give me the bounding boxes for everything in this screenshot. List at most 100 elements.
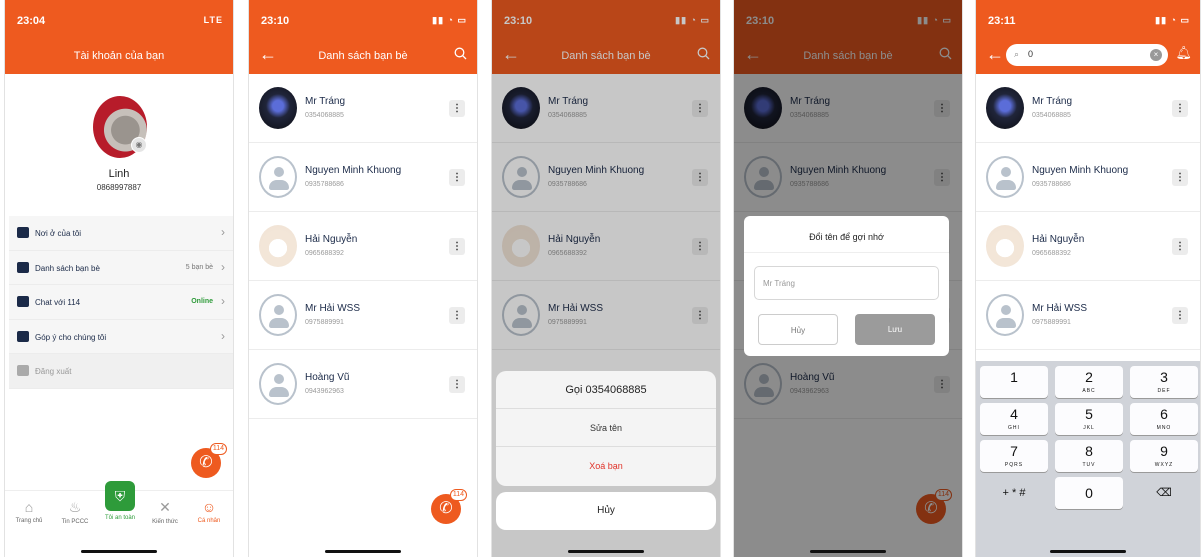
- key-9[interactable]: 9 WXYZ: [1130, 440, 1198, 472]
- shield-icon: ⛨: [105, 481, 135, 511]
- friend-phone: 0935788686: [305, 181, 344, 188]
- menu-item-label: Đăng xuất: [35, 367, 72, 376]
- cancel-button[interactable]: Hủy: [496, 492, 716, 530]
- list-item[interactable]: Hải Nguyễn 0965688392 ⋮: [976, 212, 1200, 281]
- more-options-icon[interactable]: ⋮: [449, 376, 465, 393]
- list-item[interactable]: Nguyen Minh Khuong 0935788686 ⋮: [976, 143, 1200, 212]
- key-3[interactable]: 3 DEF: [1130, 366, 1198, 398]
- back-arrow-icon[interactable]: ←: [986, 44, 1004, 64]
- smile-icon: ☺: [201, 499, 217, 515]
- list-item[interactable]: Mr Hải WSS 0975889991 ⋮: [976, 281, 1200, 350]
- list-item[interactable]: Mr Tráng 0354068885 ⋮: [976, 74, 1200, 143]
- avatar: [986, 294, 1024, 336]
- logout-icon: [17, 365, 29, 376]
- friend-phone: 0975889991: [305, 319, 344, 326]
- nickname-input[interactable]: Mr Tráng: [754, 266, 939, 300]
- menu-item-feedback[interactable]: Góp ý cho chúng tôi ›: [9, 319, 233, 354]
- backspace-icon[interactable]: ⌫: [1130, 477, 1198, 509]
- more-options-icon[interactable]: ⋮: [1172, 238, 1188, 255]
- key-4[interactable]: 4 GHI: [980, 403, 1048, 435]
- tab-home[interactable]: ⌂ Trang chủ: [7, 499, 51, 524]
- camera-icon[interactable]: ◉: [131, 137, 147, 153]
- tab-news[interactable]: ♨ Tin PCCC: [53, 499, 97, 525]
- more-options-icon[interactable]: ⋮: [1172, 100, 1188, 117]
- home-indicator: [325, 550, 401, 553]
- avatar: [986, 87, 1024, 129]
- avatar: [259, 294, 297, 336]
- list-item[interactable]: Nguyen Minh Khuong 0935788686 ⋮: [249, 143, 477, 212]
- friend-name: Hải Nguyễn: [305, 234, 358, 245]
- friend-phone: 0354068885: [305, 112, 344, 119]
- search-icon[interactable]: [454, 47, 467, 65]
- avatar: [986, 156, 1024, 198]
- list-item[interactable]: Hải Nguyễn 0965688392 ⋮: [249, 212, 477, 281]
- menu-item-label: Nơi ở của tôi: [35, 229, 82, 238]
- hotline-badge: 114: [449, 489, 467, 501]
- status-time: 23:10: [261, 15, 290, 27]
- key-1[interactable]: 1: [980, 366, 1048, 398]
- chevron-right-icon: ›: [221, 328, 225, 343]
- home-icon: [17, 227, 29, 238]
- key-6[interactable]: 6 MNO: [1130, 403, 1198, 435]
- contacts-icon: [17, 261, 29, 273]
- more-options-icon[interactable]: ⋮: [449, 100, 465, 117]
- phone-icon: ✆: [439, 500, 453, 517]
- list-item[interactable]: Hoàng Vũ 0943962963 ⋮: [249, 350, 477, 419]
- status-bar: 23:04 LTE: [5, 0, 233, 38]
- avatar: [259, 87, 297, 129]
- more-options-icon[interactable]: ⋮: [1172, 307, 1188, 324]
- action-sheet: Gọi 0354068885 Sửa tên Xoá bạn: [496, 371, 716, 486]
- menu-item-logout[interactable]: Đăng xuất: [9, 354, 233, 389]
- key-2[interactable]: 2 ABC: [1055, 366, 1123, 398]
- tools-icon: ✕: [159, 499, 171, 515]
- more-options-icon[interactable]: ⋮: [449, 169, 465, 186]
- more-options-icon[interactable]: ⋮: [449, 307, 465, 324]
- more-options-icon[interactable]: ⋮: [1172, 169, 1188, 186]
- friend-phone: 0354068885: [1032, 112, 1071, 119]
- clear-icon[interactable]: ×: [1150, 49, 1162, 61]
- home-indicator: [568, 550, 644, 553]
- tab-profile[interactable]: ☺ Cá nhân: [187, 499, 231, 524]
- page-title: Danh sách bạn bè: [318, 50, 408, 62]
- bell-icon[interactable]: 🔔︎: [1175, 45, 1192, 61]
- more-options-icon[interactable]: ⋮: [449, 238, 465, 255]
- friend-name: Nguyen Minh Khuong: [1032, 165, 1129, 176]
- search-query: 0: [1028, 49, 1034, 59]
- fire-icon: ♨: [68, 499, 82, 515]
- chevron-right-icon: ›: [221, 225, 225, 239]
- signal-indicator: ▮▮ ◔ ▭: [432, 15, 467, 25]
- signal-indicator: LTE: [203, 15, 223, 25]
- list-item[interactable]: Mr Hải WSS 0975889991 ⋮: [249, 281, 477, 350]
- call-button[interactable]: Gọi 0354068885: [496, 371, 716, 409]
- key-7[interactable]: 7 PQRS: [980, 440, 1048, 472]
- list-item[interactable]: Mr Tráng 0354068885 ⋮: [249, 74, 477, 143]
- friends-count: 5 bạn bè: [185, 263, 213, 271]
- tab-safe[interactable]: ⛨ Tôi an toàn: [98, 481, 142, 521]
- home-indicator: [1050, 550, 1126, 553]
- key-symbols[interactable]: + * #: [980, 477, 1048, 509]
- chevron-right-icon: ›: [221, 294, 225, 308]
- key-0[interactable]: 0: [1055, 477, 1123, 509]
- friend-phone: 0965688392: [1032, 250, 1071, 257]
- friend-name: Hoàng Vũ: [305, 372, 350, 383]
- save-button[interactable]: Lưu: [855, 314, 935, 345]
- edit-icon: [17, 330, 29, 342]
- cancel-button[interactable]: Hủy: [758, 314, 838, 345]
- menu-item-home[interactable]: Nơi ở của tôi ›: [9, 216, 233, 251]
- search-input[interactable]: ⌕ 0 ×: [1006, 44, 1168, 66]
- key-8[interactable]: 8 TUV: [1055, 440, 1123, 472]
- friend-name: Mr Tráng: [305, 96, 346, 107]
- numeric-keypad: 1 2 ABC 3 DEF 4 GHI 5 JKL 6 MNO 7 PQRS 8 TUV 9W…: [976, 361, 1200, 557]
- key-5[interactable]: 5 JKL: [1055, 403, 1123, 435]
- rename-button[interactable]: Sửa tên: [496, 409, 716, 447]
- emergency-call-button[interactable]: ✆ 114: [431, 489, 467, 524]
- profile-screen: 23:04 LTE Tài khoản của bạn ◉ Linh 08689…: [4, 0, 234, 557]
- tab-knowledge[interactable]: ✕ Kiến thức: [143, 499, 187, 525]
- status-bar: 23:11 ▮▮ ◔ ▭: [976, 0, 1200, 38]
- emergency-call-button[interactable]: ✆ 114: [191, 443, 227, 478]
- friend-name: Mr Tráng: [1032, 96, 1073, 107]
- menu-item-friends[interactable]: Danh sách bạn bè 5 bạn bè ›: [9, 250, 233, 285]
- delete-friend-button[interactable]: Xoá bạn: [496, 447, 716, 485]
- menu-item-chat[interactable]: Chat với 114 Online ›: [9, 285, 233, 320]
- signal-indicator: ▮▮ ◔ ▭: [1155, 15, 1190, 25]
